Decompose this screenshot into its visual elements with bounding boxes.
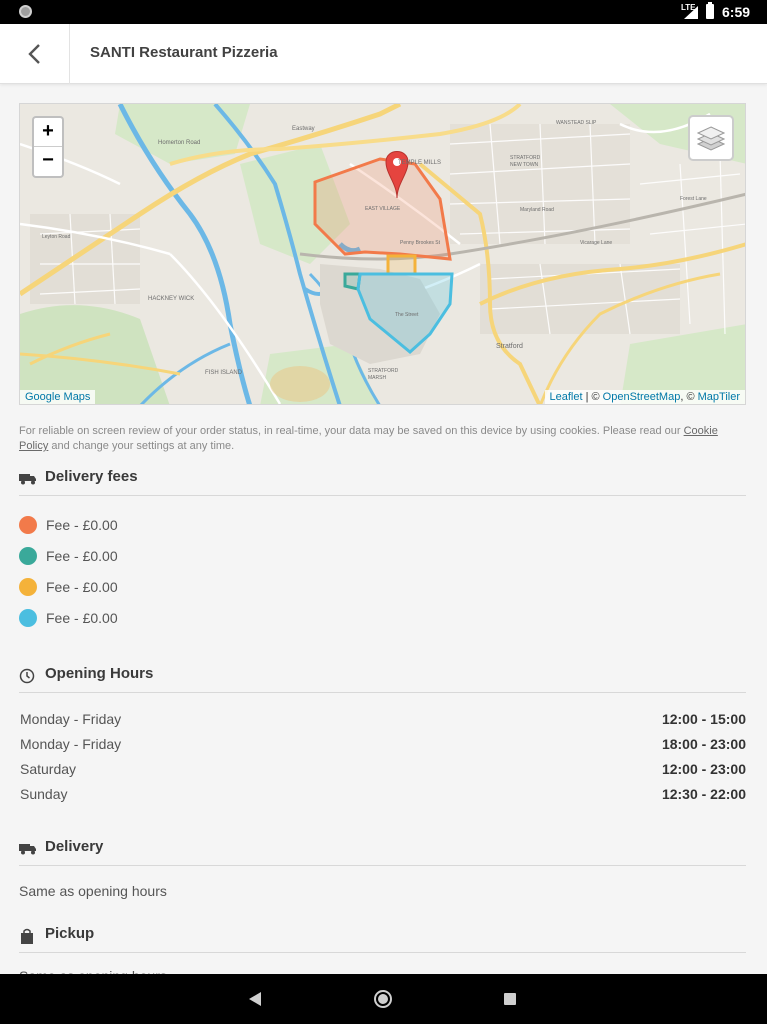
zone-color-swatch xyxy=(19,578,37,596)
hours-row: Monday - Friday 18:00 - 23:00 xyxy=(20,736,746,756)
signal-icon xyxy=(684,6,698,19)
nav-home-icon[interactable] xyxy=(374,990,392,1008)
shopping-bag-icon xyxy=(19,928,37,944)
battery-icon xyxy=(706,2,714,19)
fee-label: Fee - £0.00 xyxy=(46,517,118,533)
hours-row: Monday - Friday 12:00 - 15:00 xyxy=(20,711,746,731)
clock-icon xyxy=(19,668,37,684)
nav-recents-icon[interactable] xyxy=(504,993,516,1005)
opening-hours-header: Opening Hours xyxy=(19,665,746,693)
hours-row: Saturday 12:00 - 23:00 xyxy=(20,761,746,781)
svg-text:Leyton Road: Leyton Road xyxy=(42,234,71,240)
page-title: SANTI Restaurant Pizzeria xyxy=(90,44,278,61)
section-title: Pickup xyxy=(45,925,95,942)
fee-item: Fee - £0.00 xyxy=(19,608,118,628)
map-attribution: Leaflet | © OpenStreetMap, © MapTiler xyxy=(544,390,745,404)
zone-color-swatch xyxy=(19,516,37,534)
svg-text:STRATFORD: STRATFORD xyxy=(510,155,541,161)
fee-item: Fee - £0.00 xyxy=(19,546,118,566)
svg-text:FISH ISLAND: FISH ISLAND xyxy=(205,370,243,376)
zone-color-swatch xyxy=(19,547,37,565)
section-title: Opening Hours xyxy=(45,665,154,682)
back-button[interactable] xyxy=(0,24,70,84)
truck-icon xyxy=(19,841,37,857)
hours-day: Sunday xyxy=(20,786,68,802)
map-tiles: Homerton Road Eastway TEMPLE MILLS EAST … xyxy=(20,104,745,404)
svg-text:HACKNEY WICK: HACKNEY WICK xyxy=(148,296,194,302)
cookie-notice: For reliable on screen review of your or… xyxy=(19,424,747,454)
fee-item: Fee - £0.00 xyxy=(19,577,118,597)
svg-text:EAST VILLAGE: EAST VILLAGE xyxy=(365,206,401,212)
delivery-fees-header: Delivery fees xyxy=(19,468,746,496)
notification-icon xyxy=(19,5,32,18)
section-title: Delivery xyxy=(45,838,104,855)
system-nav-bar xyxy=(0,974,767,1024)
hours-day: Monday - Friday xyxy=(20,711,122,727)
svg-text:Vicarage Lane: Vicarage Lane xyxy=(580,240,612,246)
hours-row: Sunday 12:30 - 22:00 xyxy=(20,786,746,806)
svg-text:WANSTEAD SLIP: WANSTEAD SLIP xyxy=(556,120,597,126)
svg-text:Homerton Road: Homerton Road xyxy=(158,140,200,146)
google-maps-link[interactable]: Google Maps xyxy=(20,390,96,404)
app-bar: SANTI Restaurant Pizzeria xyxy=(0,24,767,84)
nav-back-icon[interactable] xyxy=(249,992,261,1006)
section-title: Delivery fees xyxy=(45,468,138,485)
cookie-notice-text-after: and change your settings at any time. xyxy=(48,440,235,452)
attribution-separator: | © xyxy=(582,391,603,403)
delivery-zone-map[interactable]: Homerton Road Eastway TEMPLE MILLS EAST … xyxy=(19,103,746,405)
fee-label: Fee - £0.00 xyxy=(46,610,118,626)
hours-time: 18:00 - 23:00 xyxy=(661,736,746,752)
svg-text:STRATFORD: STRATFORD xyxy=(368,368,399,374)
delivery-hours-text: Same as opening hours xyxy=(19,883,167,899)
zoom-control: + − xyxy=(32,116,64,178)
hours-day: Monday - Friday xyxy=(20,736,122,752)
svg-text:MARSH: MARSH xyxy=(368,375,386,381)
svg-text:Penny Brookes St: Penny Brookes St xyxy=(400,240,441,246)
svg-text:TEMPLE MILLS: TEMPLE MILLS xyxy=(398,160,441,166)
zoom-out-button[interactable]: − xyxy=(34,147,62,176)
zoom-in-button[interactable]: + xyxy=(34,118,62,147)
hours-time: 12:00 - 23:00 xyxy=(661,761,746,777)
truck-icon xyxy=(19,471,37,487)
chevron-left-icon xyxy=(27,44,40,64)
svg-text:Maryland Road: Maryland Road xyxy=(520,207,554,213)
pickup-header: Pickup xyxy=(19,925,746,953)
hours-time: 12:30 - 22:00 xyxy=(661,786,746,802)
status-time: 6:59 xyxy=(722,4,751,20)
delivery-header: Delivery xyxy=(19,838,746,866)
layers-button[interactable] xyxy=(688,115,734,161)
attribution-separator: , © xyxy=(680,391,698,403)
svg-text:The Street: The Street xyxy=(395,312,419,318)
svg-text:Stratford: Stratford xyxy=(496,343,523,350)
svg-text:NEW TOWN: NEW TOWN xyxy=(510,162,539,168)
cookie-notice-text: For reliable on screen review of your or… xyxy=(19,425,684,437)
hours-day: Saturday xyxy=(20,761,77,777)
hours-time: 12:00 - 15:00 xyxy=(661,711,746,727)
leaflet-link[interactable]: Leaflet xyxy=(550,391,583,403)
maptiler-link[interactable]: MapTiler xyxy=(698,391,740,403)
zone-color-swatch xyxy=(19,609,37,627)
svg-text:Eastway: Eastway xyxy=(292,126,315,132)
svg-text:Forest Lane: Forest Lane xyxy=(680,196,707,202)
fee-label: Fee - £0.00 xyxy=(46,548,118,564)
fee-item: Fee - £0.00 xyxy=(19,515,118,535)
fee-label: Fee - £0.00 xyxy=(46,579,118,595)
layers-icon xyxy=(697,126,725,151)
status-bar: LTE 6:59 xyxy=(0,0,767,24)
openstreetmap-link[interactable]: OpenStreetMap xyxy=(603,391,681,403)
